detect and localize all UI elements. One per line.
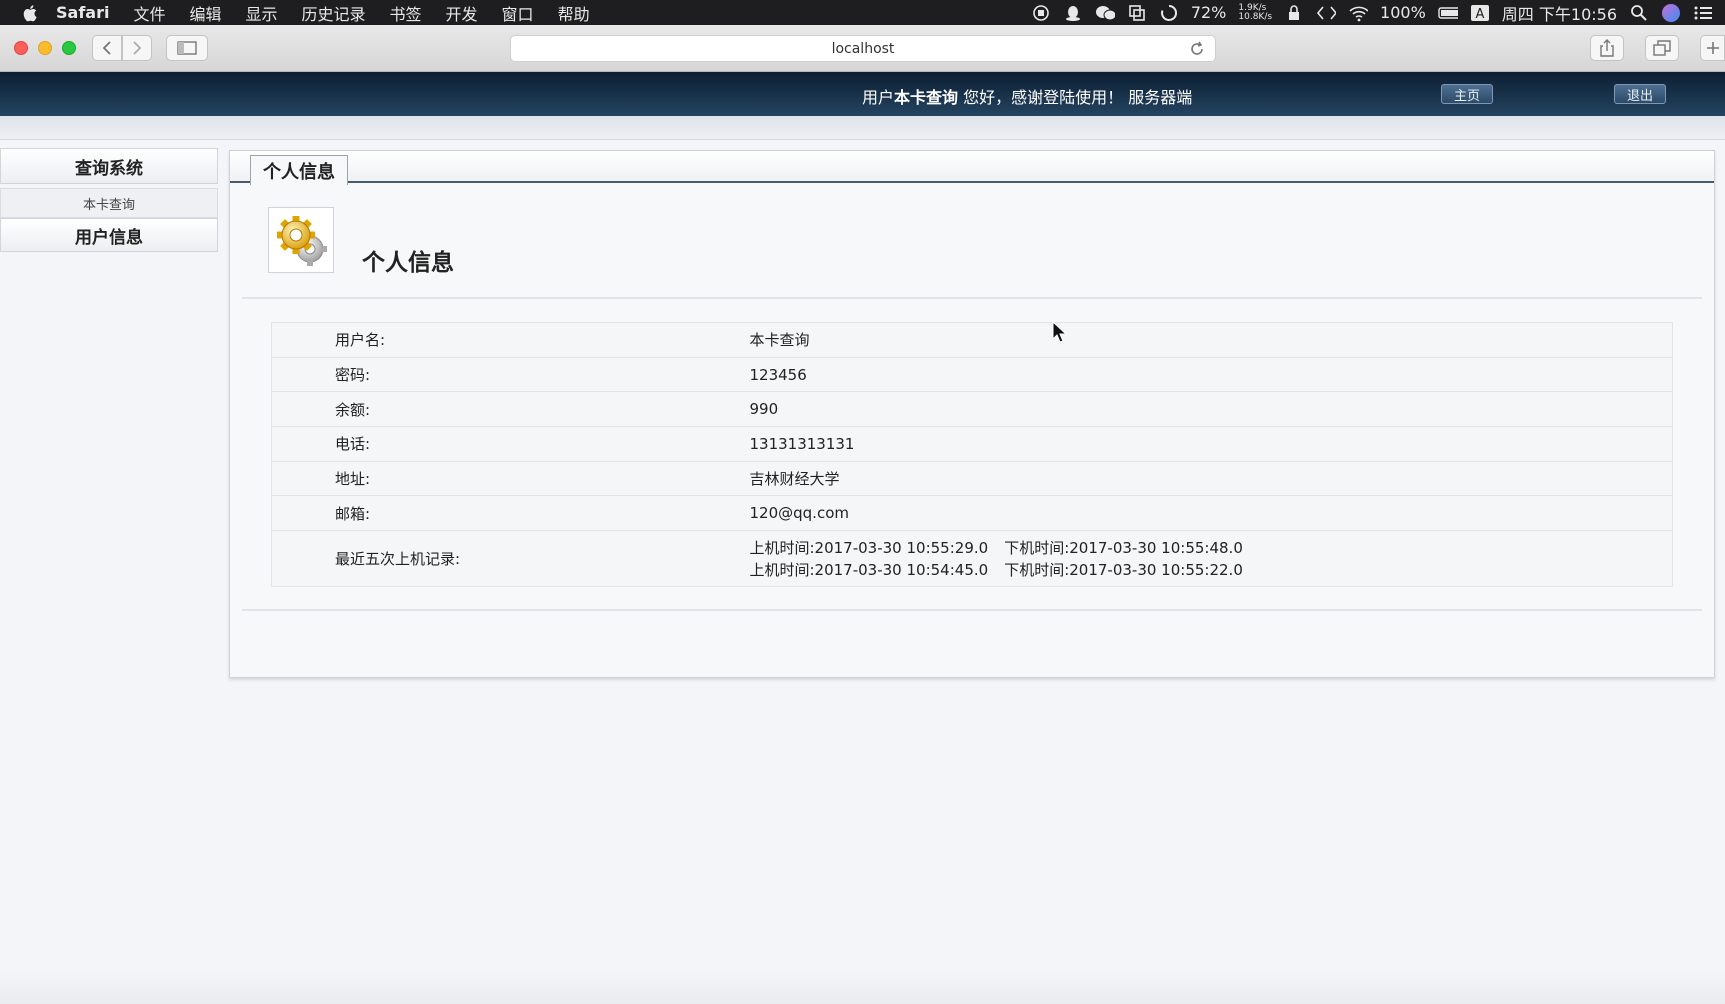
divider bbox=[242, 297, 1702, 299]
record-login-time: 上机时间:2017-03-30 10:55:29.0 bbox=[749, 538, 989, 557]
forward-button[interactable] bbox=[122, 35, 152, 61]
record-icon[interactable] bbox=[1031, 4, 1051, 22]
tab-strip: 个人信息 bbox=[230, 151, 1714, 185]
home-button[interactable]: 主页 bbox=[1441, 84, 1493, 104]
table-row: 余额: 990 bbox=[271, 391, 1673, 428]
field-label-password: 密码: bbox=[271, 357, 750, 393]
table-row: 电话: 13131313131 bbox=[271, 426, 1673, 462]
menu-app-name[interactable]: Safari bbox=[56, 3, 109, 22]
wifi-icon[interactable] bbox=[1348, 4, 1369, 22]
apple-icon[interactable] bbox=[20, 2, 42, 24]
logout-button[interactable]: 退出 bbox=[1614, 84, 1666, 104]
record-line: 上机时间:2017-03-30 10:54:45.0 下机时间:2017-03-3… bbox=[750, 559, 1673, 581]
field-label-username: 用户名: bbox=[271, 322, 750, 358]
record-logout-time: 下机时间:2017-03-30 10:55:22.0 bbox=[1004, 560, 1243, 579]
code-brackets-icon[interactable] bbox=[1316, 4, 1337, 22]
menu-edit[interactable]: 编辑 bbox=[189, 1, 221, 25]
battery-icon[interactable] bbox=[1438, 4, 1458, 22]
welcome-message: 用户本卡查询 您好，感谢登陆使用！ 服务器端 bbox=[862, 84, 1192, 108]
show-tabs-button[interactable] bbox=[1645, 35, 1679, 61]
table-row: 邮箱: 120@qq.com bbox=[271, 495, 1673, 532]
new-tab-button[interactable] bbox=[1700, 35, 1725, 61]
welcome-username: 本卡查询 bbox=[894, 88, 959, 107]
input-method-icon[interactable]: A bbox=[1470, 4, 1490, 22]
network-speed: 1.9K/s 10.8K/s bbox=[1238, 3, 1273, 22]
share-button[interactable] bbox=[1590, 35, 1624, 61]
field-value-balance: 990 bbox=[749, 391, 1673, 428]
sidebar-section-query-system[interactable]: 查询系统 bbox=[0, 148, 218, 184]
field-label-email: 邮箱: bbox=[271, 495, 750, 532]
chevron-right-icon bbox=[133, 41, 142, 55]
chevron-left-icon bbox=[102, 41, 111, 55]
field-label-balance: 余额: bbox=[271, 391, 750, 428]
address-bar[interactable]: localhost bbox=[510, 35, 1216, 62]
table-row: 地址: 吉林财经大学 bbox=[271, 461, 1673, 497]
left-sidebar: 查询系统 本卡查询 用户信息 bbox=[0, 148, 218, 252]
notification-center-icon[interactable] bbox=[1693, 4, 1713, 22]
menu-develop[interactable]: 开发 bbox=[446, 1, 478, 25]
wechat-icon[interactable] bbox=[1095, 4, 1115, 22]
mouse-cursor-icon bbox=[1052, 321, 1066, 343]
tab-personal-info[interactable]: 个人信息 bbox=[250, 155, 348, 185]
minimize-window-button[interactable] bbox=[38, 41, 52, 55]
sidebar-item-card-query[interactable]: 本卡查询 bbox=[0, 188, 218, 218]
field-value-recent-records: 上机时间:2017-03-30 10:55:29.0 下机时间:2017-03-3… bbox=[749, 530, 1673, 588]
net-down-speed: 10.8K/s bbox=[1238, 11, 1273, 22]
macos-menu-bar: Safari 文件 编辑 显示 历史记录 书签 开发 窗口 帮助 72% 1.9… bbox=[0, 0, 1725, 25]
spotlight-search-icon[interactable] bbox=[1629, 4, 1649, 22]
sidebar-icon bbox=[177, 41, 197, 55]
reload-icon[interactable] bbox=[1189, 41, 1205, 57]
field-value-address: 吉林财经大学 bbox=[749, 461, 1673, 497]
field-label-address: 地址: bbox=[271, 461, 750, 497]
main-panel: 个人信息 个人信息 用户名: 本卡查询 密码: 123456 余额: 990 电… bbox=[229, 150, 1715, 678]
settings-icon bbox=[268, 207, 334, 273]
sidebar-toggle-button[interactable] bbox=[166, 35, 208, 61]
screen-share-icon[interactable] bbox=[1127, 4, 1147, 22]
plus-icon bbox=[1706, 42, 1719, 54]
field-value-password: 123456 bbox=[749, 357, 1673, 393]
field-label-recent-records: 最近五次上机记录: bbox=[271, 530, 750, 588]
zoom-window-button[interactable] bbox=[62, 41, 76, 55]
table-row: 最近五次上机记录: 上机时间:2017-03-30 10:55:29.0 下机时间… bbox=[271, 530, 1673, 588]
table-row: 密码: 123456 bbox=[271, 357, 1673, 393]
battery-percent: 100% bbox=[1380, 3, 1426, 22]
share-icon bbox=[1600, 39, 1614, 57]
menu-help[interactable]: 帮助 bbox=[558, 1, 590, 25]
record-line: 上机时间:2017-03-30 10:55:29.0 下机时间:2017-03-3… bbox=[750, 537, 1673, 559]
menu-bookmarks[interactable]: 书签 bbox=[390, 1, 422, 25]
browser-toolbar: localhost bbox=[0, 25, 1725, 72]
welcome-suffix: 您好，感谢登陆使用！ bbox=[958, 88, 1124, 107]
welcome-prefix: 用户 bbox=[862, 88, 895, 107]
sidebar-section-user-info[interactable]: 用户信息 bbox=[0, 218, 218, 252]
menu-history[interactable]: 历史记录 bbox=[302, 1, 366, 25]
back-button[interactable] bbox=[92, 35, 122, 61]
clock[interactable]: 周四 下午10:56 bbox=[1502, 1, 1617, 25]
lock-icon[interactable] bbox=[1284, 4, 1304, 22]
menu-file[interactable]: 文件 bbox=[133, 1, 165, 25]
siri-icon[interactable] bbox=[1661, 3, 1681, 22]
menu-window[interactable]: 窗口 bbox=[502, 1, 534, 25]
tabs-overview-icon bbox=[1653, 40, 1671, 56]
menu-view[interactable]: 显示 bbox=[245, 1, 277, 25]
record-logout-time: 下机时间:2017-03-30 10:55:48.0 bbox=[1004, 538, 1243, 557]
user-info-table: 用户名: 本卡查询 密码: 123456 余额: 990 电话: 1313131… bbox=[271, 322, 1673, 588]
field-value-username: 本卡查询 bbox=[749, 322, 1673, 358]
record-login-time: 上机时间:2017-03-30 10:54:45.0 bbox=[749, 560, 989, 579]
battery-percent-status: 72% bbox=[1190, 3, 1227, 22]
svg-text:A: A bbox=[1475, 7, 1484, 22]
bottom-shade bbox=[0, 970, 1725, 1004]
divider bbox=[242, 609, 1702, 611]
header-subbar bbox=[0, 116, 1725, 140]
qq-icon[interactable] bbox=[1063, 4, 1083, 22]
field-value-phone: 13131313131 bbox=[749, 426, 1673, 462]
close-window-button[interactable] bbox=[14, 41, 28, 55]
sync-icon[interactable] bbox=[1159, 4, 1179, 22]
page-title: 个人信息 bbox=[362, 250, 454, 276]
server-link[interactable]: 服务器端 bbox=[1128, 88, 1192, 107]
table-row: 用户名: 本卡查询 bbox=[271, 322, 1673, 358]
url-text: localhost bbox=[831, 40, 895, 57]
field-label-phone: 电话: bbox=[271, 426, 750, 462]
field-value-email: 120@qq.com bbox=[749, 495, 1673, 532]
page-header: 用户本卡查询 您好，感谢登陆使用！ 服务器端 主页 退出 bbox=[0, 72, 1725, 116]
